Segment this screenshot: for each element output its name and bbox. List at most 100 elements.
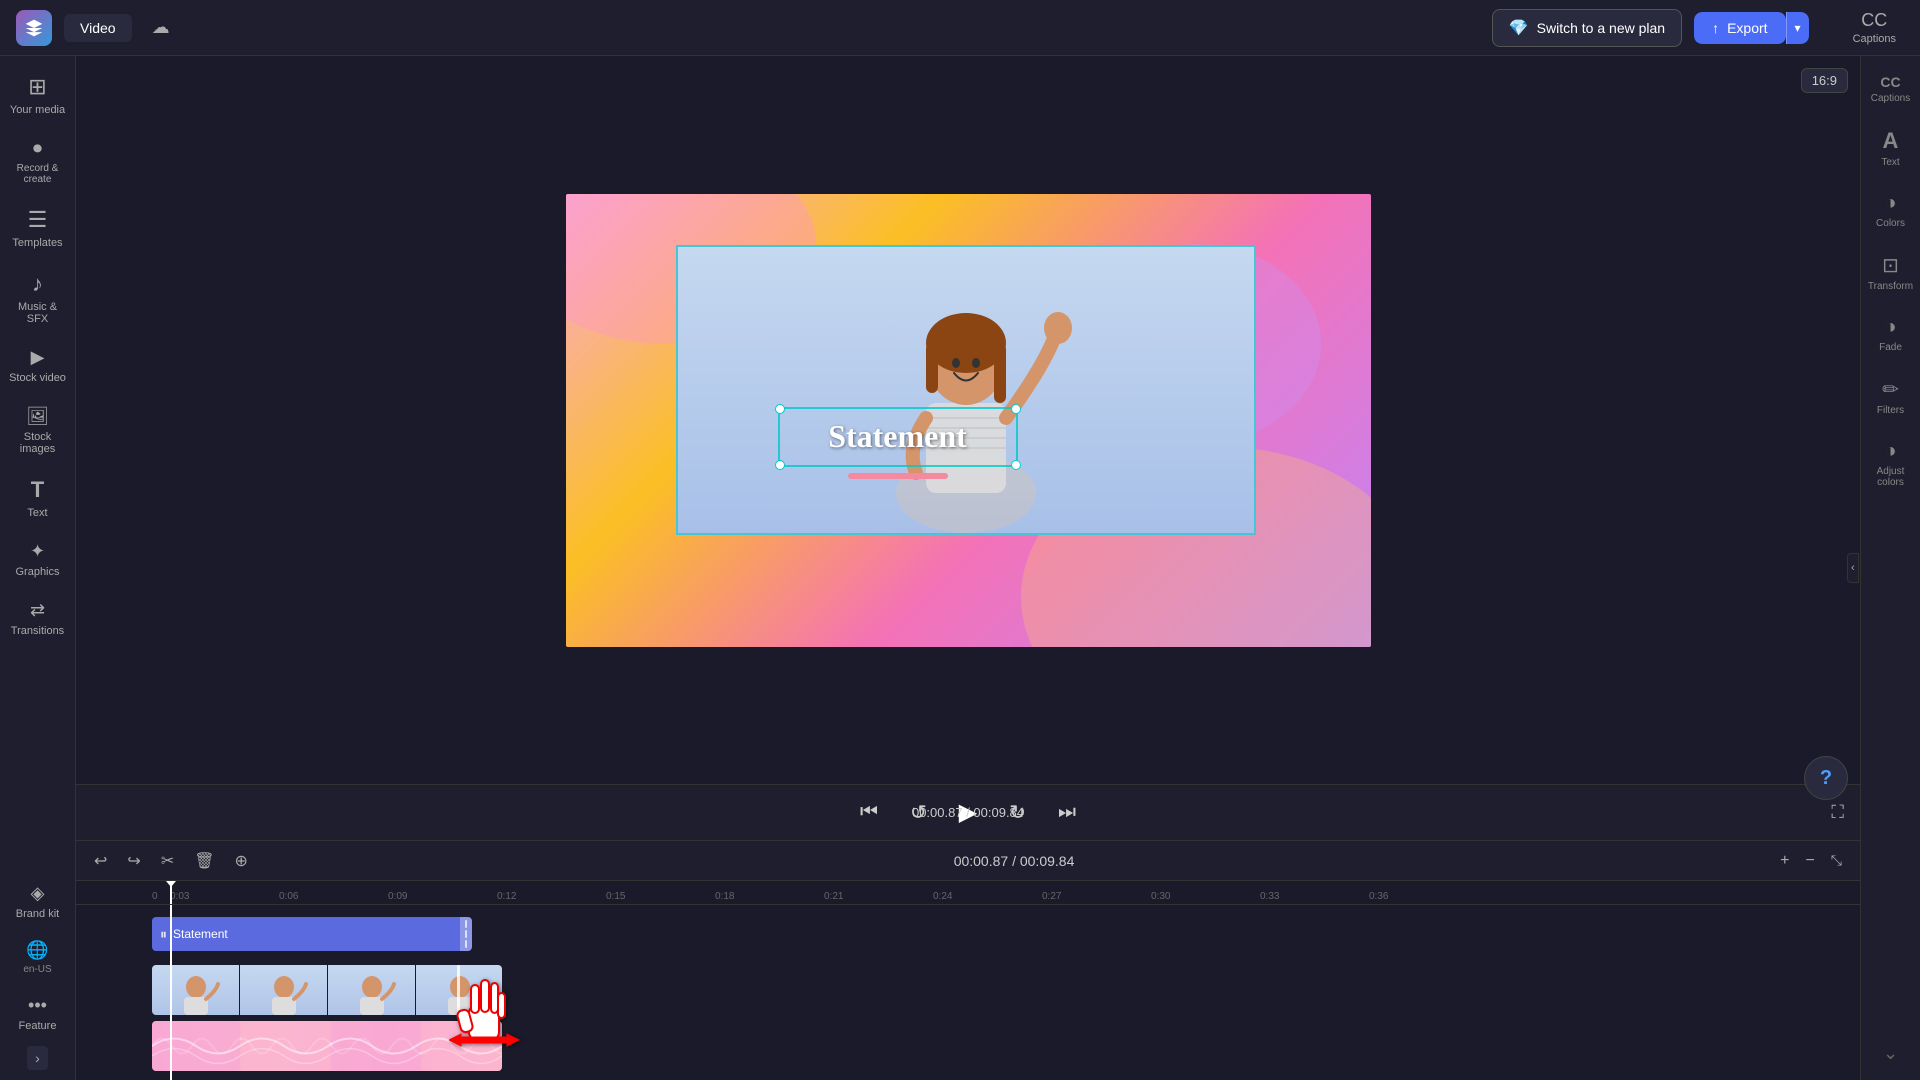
stock-images-icon: 🖼 <box>26 406 49 427</box>
video-thumb-1 <box>152 965 240 1015</box>
timeline-zoom-controls: + − ⤡ <box>1774 850 1848 872</box>
sidebar-item-graphics[interactable]: ✦ Graphics <box>3 531 73 588</box>
captions-right-label: Captions <box>1871 93 1910 104</box>
right-sidebar-collapse-button[interactable]: ‹ <box>1847 553 1859 583</box>
thumb-person-3 <box>328 965 415 1015</box>
aspect-ratio-badge[interactable]: 16:9 <box>1801 68 1848 93</box>
sidebar-item-stock-images[interactable]: 🖼 Stock images <box>3 396 73 465</box>
timeline-toolbar: ↩ ↪ ✂ 🗑 ⊕ 00:00.87 / 00:09.84 + − ⤡ <box>76 841 1860 881</box>
ruler-mark-012: 0:12 <box>497 891 606 904</box>
timeline-area: ↩ ↪ ✂ 🗑 ⊕ 00:00.87 / 00:09.84 + − ⤡ <box>76 840 1860 1080</box>
switch-plan-button[interactable]: 💎 Switch to a new plan <box>1492 9 1682 47</box>
clip-handle-right[interactable] <box>460 917 472 951</box>
zoom-in-button[interactable]: + <box>1774 850 1795 872</box>
switch-plan-label: Switch to a new plan <box>1537 20 1665 36</box>
sidebar-item-label-record-create: Record &create <box>17 163 59 185</box>
adjust-colors-right-icon: ◑ <box>1884 440 1896 463</box>
sidebar-item-label-stock-video: Stock video <box>9 372 66 384</box>
sidebar-item-label-brand-kit: Brand kit <box>16 908 59 920</box>
ruler-mark-0: 0 <box>152 891 170 904</box>
sidebar-item-templates[interactable]: ☰ Templates <box>3 197 73 259</box>
sidebar-item-language[interactable]: 🌐 en-US <box>3 932 73 983</box>
help-button[interactable]: ? <box>1804 756 1848 800</box>
topbar: Video ☁ 💎 Switch to a new plan ↑ Export … <box>0 0 1920 56</box>
right-tool-filters[interactable]: ✏ Filters <box>1864 367 1918 426</box>
right-tool-adjust-colors[interactable]: ◑ Adjust colors <box>1864 430 1918 498</box>
your-media-icon: ⊞ <box>28 74 46 100</box>
feature-icon: ••• <box>28 995 47 1016</box>
sidebar-item-record-create[interactable]: ⏺ Record &create <box>3 128 73 195</box>
right-tool-captions[interactable]: CC Captions <box>1864 64 1918 114</box>
gem-icon: 💎 <box>1509 18 1529 38</box>
handle-bottom-left[interactable] <box>775 460 785 470</box>
captions-button[interactable]: CC Captions <box>1845 6 1904 49</box>
fullscreen-button[interactable]: ⛶ <box>1831 802 1844 823</box>
sidebar-item-stock-video[interactable]: ▶ Stock video <box>3 337 73 394</box>
add-clip-button[interactable]: ⊕ <box>229 847 254 875</box>
right-tool-fade[interactable]: ◑ Fade <box>1864 306 1918 363</box>
ruler-mark-018: 0:18 <box>715 891 824 904</box>
export-dropdown-button[interactable]: ▾ <box>1786 12 1809 44</box>
right-tool-text[interactable]: A Text <box>1864 118 1918 178</box>
undo-button[interactable]: ↩ <box>88 847 113 875</box>
right-sidebar: ‹ CC Captions A Text ◑ Colors ⊡ Transfor… <box>1860 56 1920 1080</box>
music-clip[interactable] <box>152 1021 502 1071</box>
statement-text: Statement <box>828 418 967 455</box>
language-icon: 🌐 <box>26 940 48 961</box>
handle-top-right[interactable] <box>1011 404 1021 414</box>
ruler-mark-036: 0:36 <box>1369 891 1478 904</box>
video-clip[interactable] <box>152 965 502 1015</box>
record-create-icon: ⏺ <box>33 138 42 159</box>
sidebar-item-label-feature: Feature <box>19 1020 57 1032</box>
sidebar-item-label-templates: Templates <box>12 237 62 249</box>
handle-top-left[interactable] <box>775 404 785 414</box>
expand-timeline-button[interactable]: ⤡ <box>1825 850 1848 871</box>
timeline-ruler: 0 0:03 0:06 0:09 0:12 0:15 0:18 0:21 0:2… <box>76 881 1860 905</box>
person-figure <box>806 263 1126 533</box>
ruler-playhead <box>170 881 172 904</box>
right-tool-colors[interactable]: ◑ Colors <box>1864 182 1918 239</box>
sidebar-item-label-transitions: Transitions <box>11 625 64 637</box>
video-thumb-2 <box>240 965 328 1015</box>
handle-bottom-right[interactable] <box>1011 460 1021 470</box>
sidebar-item-music-sfx[interactable]: ♪ Music & SFX <box>3 261 73 335</box>
handle-dot-1 <box>465 920 467 928</box>
ruler-mark-015: 0:15 <box>606 891 715 904</box>
sidebar-item-transitions[interactable]: ⇄ Transitions <box>3 590 73 647</box>
sidebar-item-your-media[interactable]: ⊞ Your media <box>3 64 73 126</box>
music-sfx-icon: ♪ <box>32 271 43 297</box>
redo-button[interactable]: ↪ <box>121 847 146 875</box>
statement-clip[interactable]: ⏸ Statement <box>152 917 472 951</box>
tab-video[interactable]: Video <box>64 14 132 42</box>
text-track-row: ⏸ Statement <box>152 909 1860 963</box>
export-button[interactable]: ↑ Export <box>1694 12 1785 44</box>
text-track-label-area <box>76 909 152 963</box>
delete-button[interactable]: 🗑 <box>188 847 220 875</box>
language-label: en-US <box>23 964 51 975</box>
sidebar-item-label-stock-images: Stock images <box>7 431 69 455</box>
help-icon: ? <box>1820 767 1832 790</box>
tab-cloud-icon[interactable]: ☁ <box>144 13 178 42</box>
thumb-person-1 <box>152 965 239 1015</box>
handle-dot-3 <box>465 940 467 948</box>
right-tool-transform[interactable]: ⊡ Transform <box>1864 243 1918 302</box>
cut-button[interactable]: ✂ <box>155 847 180 875</box>
colors-right-label: Colors <box>1876 218 1905 229</box>
zoom-out-button[interactable]: − <box>1799 850 1820 872</box>
video-thumb-3 <box>328 965 416 1015</box>
ruler-mark-009: 0:09 <box>388 891 497 904</box>
graphics-icon: ✦ <box>30 541 45 562</box>
music-track-row <box>152 1021 1860 1075</box>
sidebar-item-brand-kit[interactable]: ◈ Brand kit <box>3 873 73 930</box>
statement-text-box[interactable]: Statement <box>778 407 1018 467</box>
sidebar-expand-button[interactable]: › <box>27 1046 48 1070</box>
right-sidebar-more[interactable]: ⌄ <box>1861 1035 1920 1072</box>
sidebar-item-feature[interactable]: ••• Feature <box>3 985 73 1042</box>
adjust-colors-right-label: Adjust colors <box>1868 466 1914 488</box>
skip-to-end-button[interactable]: ⏭ <box>1054 797 1080 828</box>
skip-to-start-button[interactable]: ⏮ <box>856 797 882 828</box>
video-thumb-4 <box>416 965 502 1015</box>
sidebar-item-text[interactable]: T Text <box>3 467 73 529</box>
ruler-mark-030: 0:30 <box>1151 891 1260 904</box>
export-group: ↑ Export ▾ <box>1694 12 1809 44</box>
